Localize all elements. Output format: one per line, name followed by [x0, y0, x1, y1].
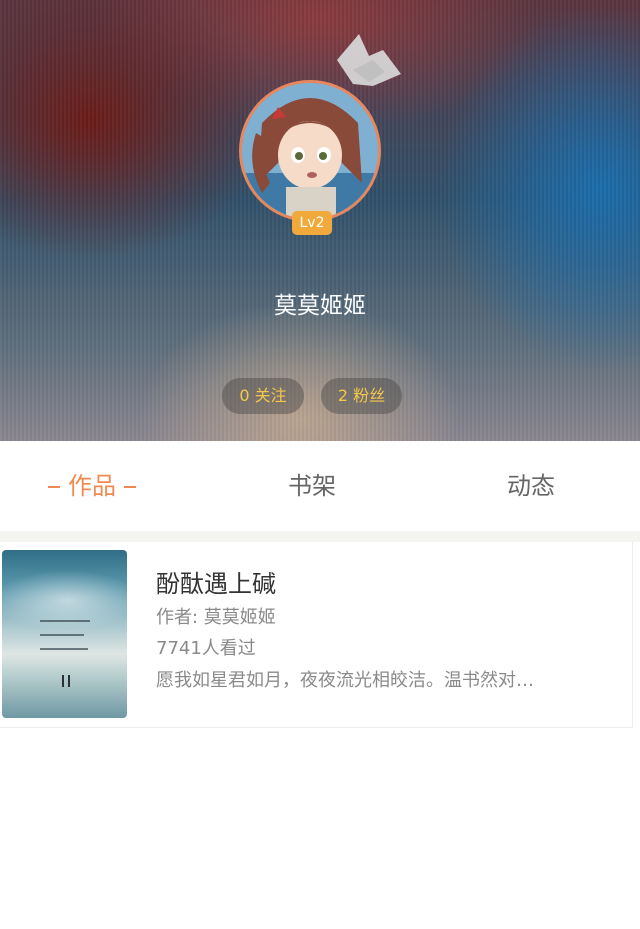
avatar[interactable]	[239, 80, 381, 222]
book-view-count: 7741人看过	[156, 638, 256, 659]
book-cover[interactable]	[2, 550, 127, 718]
book-author: 作者: 莫莫姬姬	[156, 607, 276, 628]
cover-text-line	[40, 648, 88, 650]
profile-tabs: 作品 书架 动态	[0, 441, 640, 531]
book-description: 愿我如星君如月，夜夜流光相皎洁。温书然对…	[156, 670, 534, 691]
tab-works[interactable]: 作品	[30, 441, 154, 531]
tab-works-label: 作品	[68, 472, 116, 500]
tab-activity[interactable]: 动态	[471, 441, 591, 531]
tab-bookshelf-label: 书架	[288, 472, 336, 500]
following-count-button[interactable]: 0 关注	[222, 378, 304, 414]
username: 莫莫姬姬	[274, 293, 366, 319]
cover-text-line	[40, 634, 84, 636]
active-tab-dash-left	[48, 486, 60, 488]
tab-activity-label: 动态	[507, 472, 555, 500]
cover-figure	[62, 675, 64, 687]
profile-header: Lv2 莫莫姬姬 0 关注 2 粉丝	[0, 0, 640, 441]
active-tab-dash-right	[124, 486, 136, 488]
cover-figure	[68, 675, 70, 687]
work-card[interactable]: 酚酞遇上碱 作者: 莫莫姬姬 7741人看过 愿我如星君如月，夜夜流光相皎洁。温…	[0, 542, 633, 728]
cover-text-line	[40, 620, 90, 622]
level-badge: Lv2	[292, 211, 332, 235]
book-title[interactable]: 酚酞遇上碱	[156, 564, 276, 599]
fans-count-button[interactable]: 2 粉丝	[321, 378, 402, 414]
tab-bookshelf[interactable]: 书架	[252, 441, 372, 531]
crown-icon	[337, 34, 401, 86]
section-divider	[0, 531, 640, 542]
